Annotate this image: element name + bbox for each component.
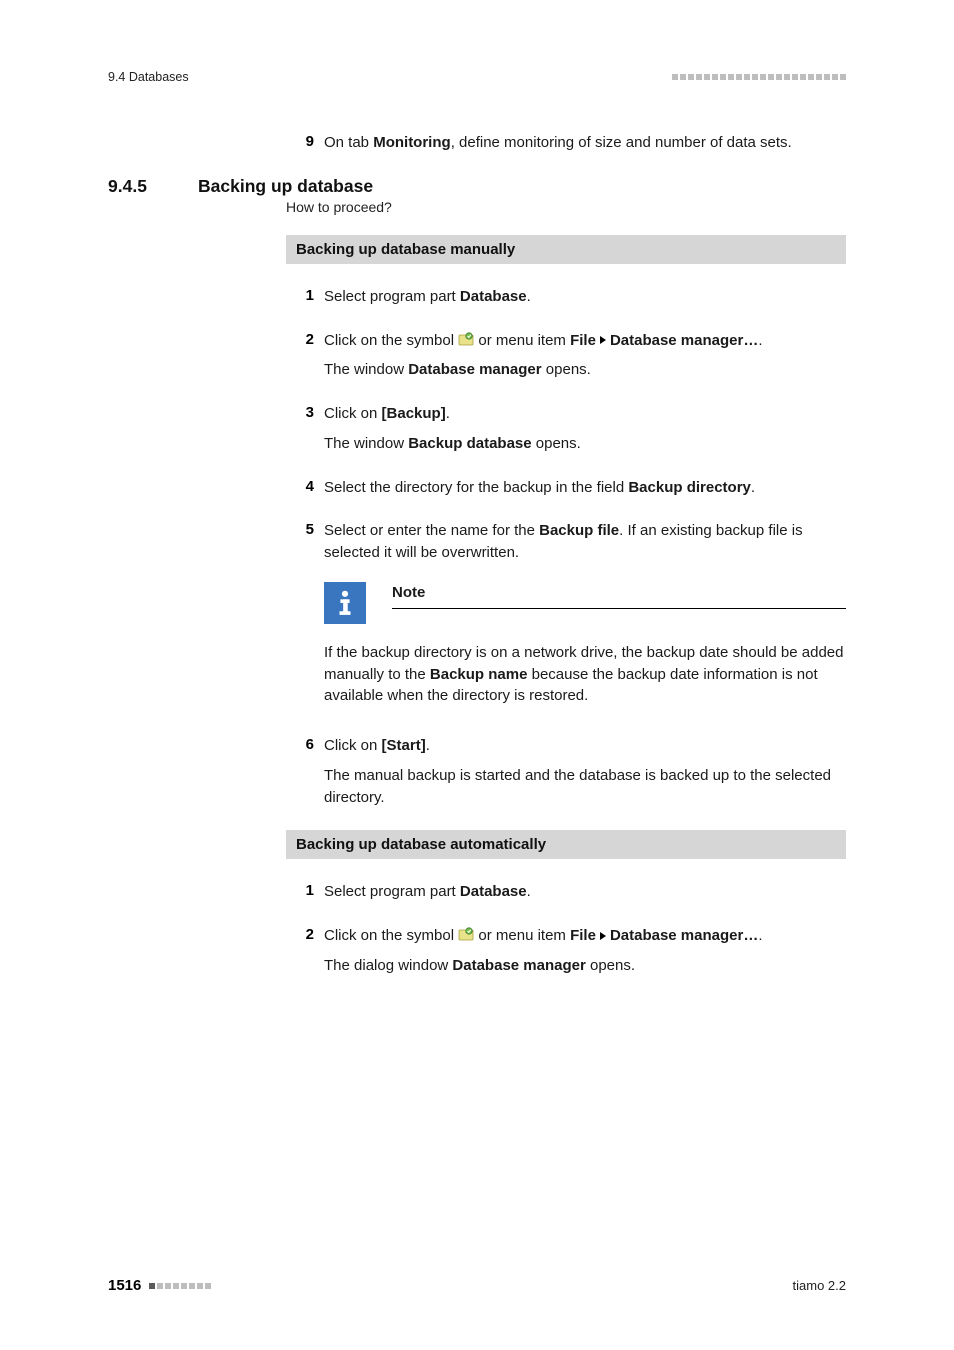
text: Select the directory for the backup in t… bbox=[324, 479, 628, 496]
text: . bbox=[527, 883, 531, 900]
bold-text: Backup directory bbox=[628, 479, 751, 496]
footer-decoration bbox=[149, 1283, 213, 1289]
manual-step-6: 6 Click on [Start]. The manual backup is… bbox=[286, 735, 846, 808]
step-body: Select or enter the name for the Backup … bbox=[324, 520, 846, 713]
step-body: Click on the symbol or menu item File Dat… bbox=[324, 925, 846, 977]
step-number: 1 bbox=[286, 881, 324, 903]
info-icon bbox=[324, 582, 366, 624]
menu-separator-icon bbox=[600, 932, 606, 940]
bold-text: Database manager… bbox=[610, 332, 758, 349]
text: opens. bbox=[532, 435, 581, 452]
step-number: 5 bbox=[286, 520, 324, 713]
page-footer: 1516 tiamo 2.2 bbox=[108, 1277, 846, 1294]
section-number: 9.4.5 bbox=[108, 176, 198, 197]
page-number: 1516 bbox=[108, 1277, 141, 1294]
bold-text: Database manager… bbox=[610, 927, 758, 944]
header-left: 9.4 Databases bbox=[108, 70, 189, 84]
subheader-manual: Backing up database manually bbox=[286, 235, 846, 264]
step-number: 1 bbox=[286, 286, 324, 308]
subheader-auto: Backing up database automatically bbox=[286, 830, 846, 859]
text: Click on bbox=[324, 405, 382, 422]
text: Click on the symbol bbox=[324, 927, 458, 944]
manual-step-2: 2 Click on the symbol or menu item File D… bbox=[286, 330, 846, 382]
text: . bbox=[758, 332, 762, 349]
text: Select program part bbox=[324, 883, 460, 900]
text: Click on bbox=[324, 737, 382, 754]
text: . bbox=[527, 288, 531, 305]
text: Select or enter the name for the bbox=[324, 522, 539, 539]
bold-text: Backup name bbox=[430, 666, 528, 683]
continuation-block: 9 On tab Monitoring, define monitoring o… bbox=[286, 132, 846, 154]
step-number: 6 bbox=[286, 735, 324, 808]
bold-text: Monitoring bbox=[373, 134, 450, 151]
bold-text: [Start] bbox=[382, 737, 426, 754]
step-body: Click on [Backup]. The window Backup dat… bbox=[324, 403, 846, 455]
manual-step-1: 1 Select program part Database. bbox=[286, 286, 846, 308]
manual-step-4: 4 Select the directory for the backup in… bbox=[286, 477, 846, 499]
bold-text: Database bbox=[460, 883, 527, 900]
section-heading: 9.4.5 Backing up database bbox=[108, 176, 846, 197]
step-body: Click on the symbol or menu item File Dat… bbox=[324, 330, 846, 382]
footer-left: 1516 bbox=[108, 1277, 213, 1294]
footer-right: tiamo 2.2 bbox=[793, 1278, 846, 1293]
manual-step-5: 5 Select or enter the name for the Backu… bbox=[286, 520, 846, 713]
text: . bbox=[426, 737, 430, 754]
database-manager-icon bbox=[458, 926, 474, 942]
bold-text: File bbox=[570, 927, 596, 944]
header-decoration bbox=[670, 72, 846, 83]
note-box: Note If the backup directory is on a net… bbox=[324, 582, 846, 707]
text: . bbox=[758, 927, 762, 944]
bold-text: [Backup] bbox=[382, 405, 446, 422]
note-title: Note bbox=[392, 582, 846, 609]
text: Select program part bbox=[324, 288, 460, 305]
text: The dialog window bbox=[324, 957, 452, 974]
text: , define monitoring of size and number o… bbox=[451, 134, 792, 151]
step-number: 3 bbox=[286, 403, 324, 455]
text: . bbox=[751, 479, 755, 496]
text: . bbox=[446, 405, 450, 422]
text: or menu item bbox=[478, 927, 570, 944]
bold-text: Database manager bbox=[408, 361, 541, 378]
step-body: Click on [Start]. The manual backup is s… bbox=[324, 735, 846, 808]
page: 9.4 Databases 9 On tab Monitoring, defin… bbox=[0, 0, 954, 1350]
step-body: Select program part Database. bbox=[324, 286, 846, 308]
step-body: Select program part Database. bbox=[324, 881, 846, 903]
step-number: 4 bbox=[286, 477, 324, 499]
bold-text: Backup database bbox=[408, 435, 531, 452]
step-body: Select the directory for the backup in t… bbox=[324, 477, 846, 499]
text: On tab bbox=[324, 134, 373, 151]
bold-text: Database bbox=[460, 288, 527, 305]
menu-separator-icon bbox=[600, 336, 606, 344]
section-title: Backing up database bbox=[198, 176, 373, 197]
text: The window bbox=[324, 361, 408, 378]
auto-step-2: 2 Click on the symbol or menu item File D… bbox=[286, 925, 846, 977]
auto-step-1: 1 Select program part Database. bbox=[286, 881, 846, 903]
bold-text: Backup file bbox=[539, 522, 619, 539]
manual-step-3: 3 Click on [Backup]. The window Backup d… bbox=[286, 403, 846, 455]
text: The manual backup is started and the dat… bbox=[324, 765, 846, 809]
how-to-proceed: How to proceed? bbox=[286, 199, 846, 215]
text: opens. bbox=[586, 957, 635, 974]
text: Click on the symbol bbox=[324, 332, 458, 349]
text: opens. bbox=[542, 361, 591, 378]
note-text: If the backup directory is on a network … bbox=[324, 642, 846, 707]
bold-text: Database manager bbox=[452, 957, 585, 974]
step-number: 2 bbox=[286, 330, 324, 382]
step-number: 2 bbox=[286, 925, 324, 977]
step-number: 9 bbox=[286, 132, 324, 154]
text: or menu item bbox=[478, 332, 570, 349]
step-9: 9 On tab Monitoring, define monitoring o… bbox=[286, 132, 846, 154]
manual-backup-block: Backing up database manually 1 Select pr… bbox=[286, 235, 846, 977]
database-manager-icon bbox=[458, 331, 474, 347]
text: The window bbox=[324, 435, 408, 452]
bold-text: File bbox=[570, 332, 596, 349]
page-header: 9.4 Databases bbox=[108, 70, 846, 84]
step-body: On tab Monitoring, define monitoring of … bbox=[324, 132, 846, 154]
